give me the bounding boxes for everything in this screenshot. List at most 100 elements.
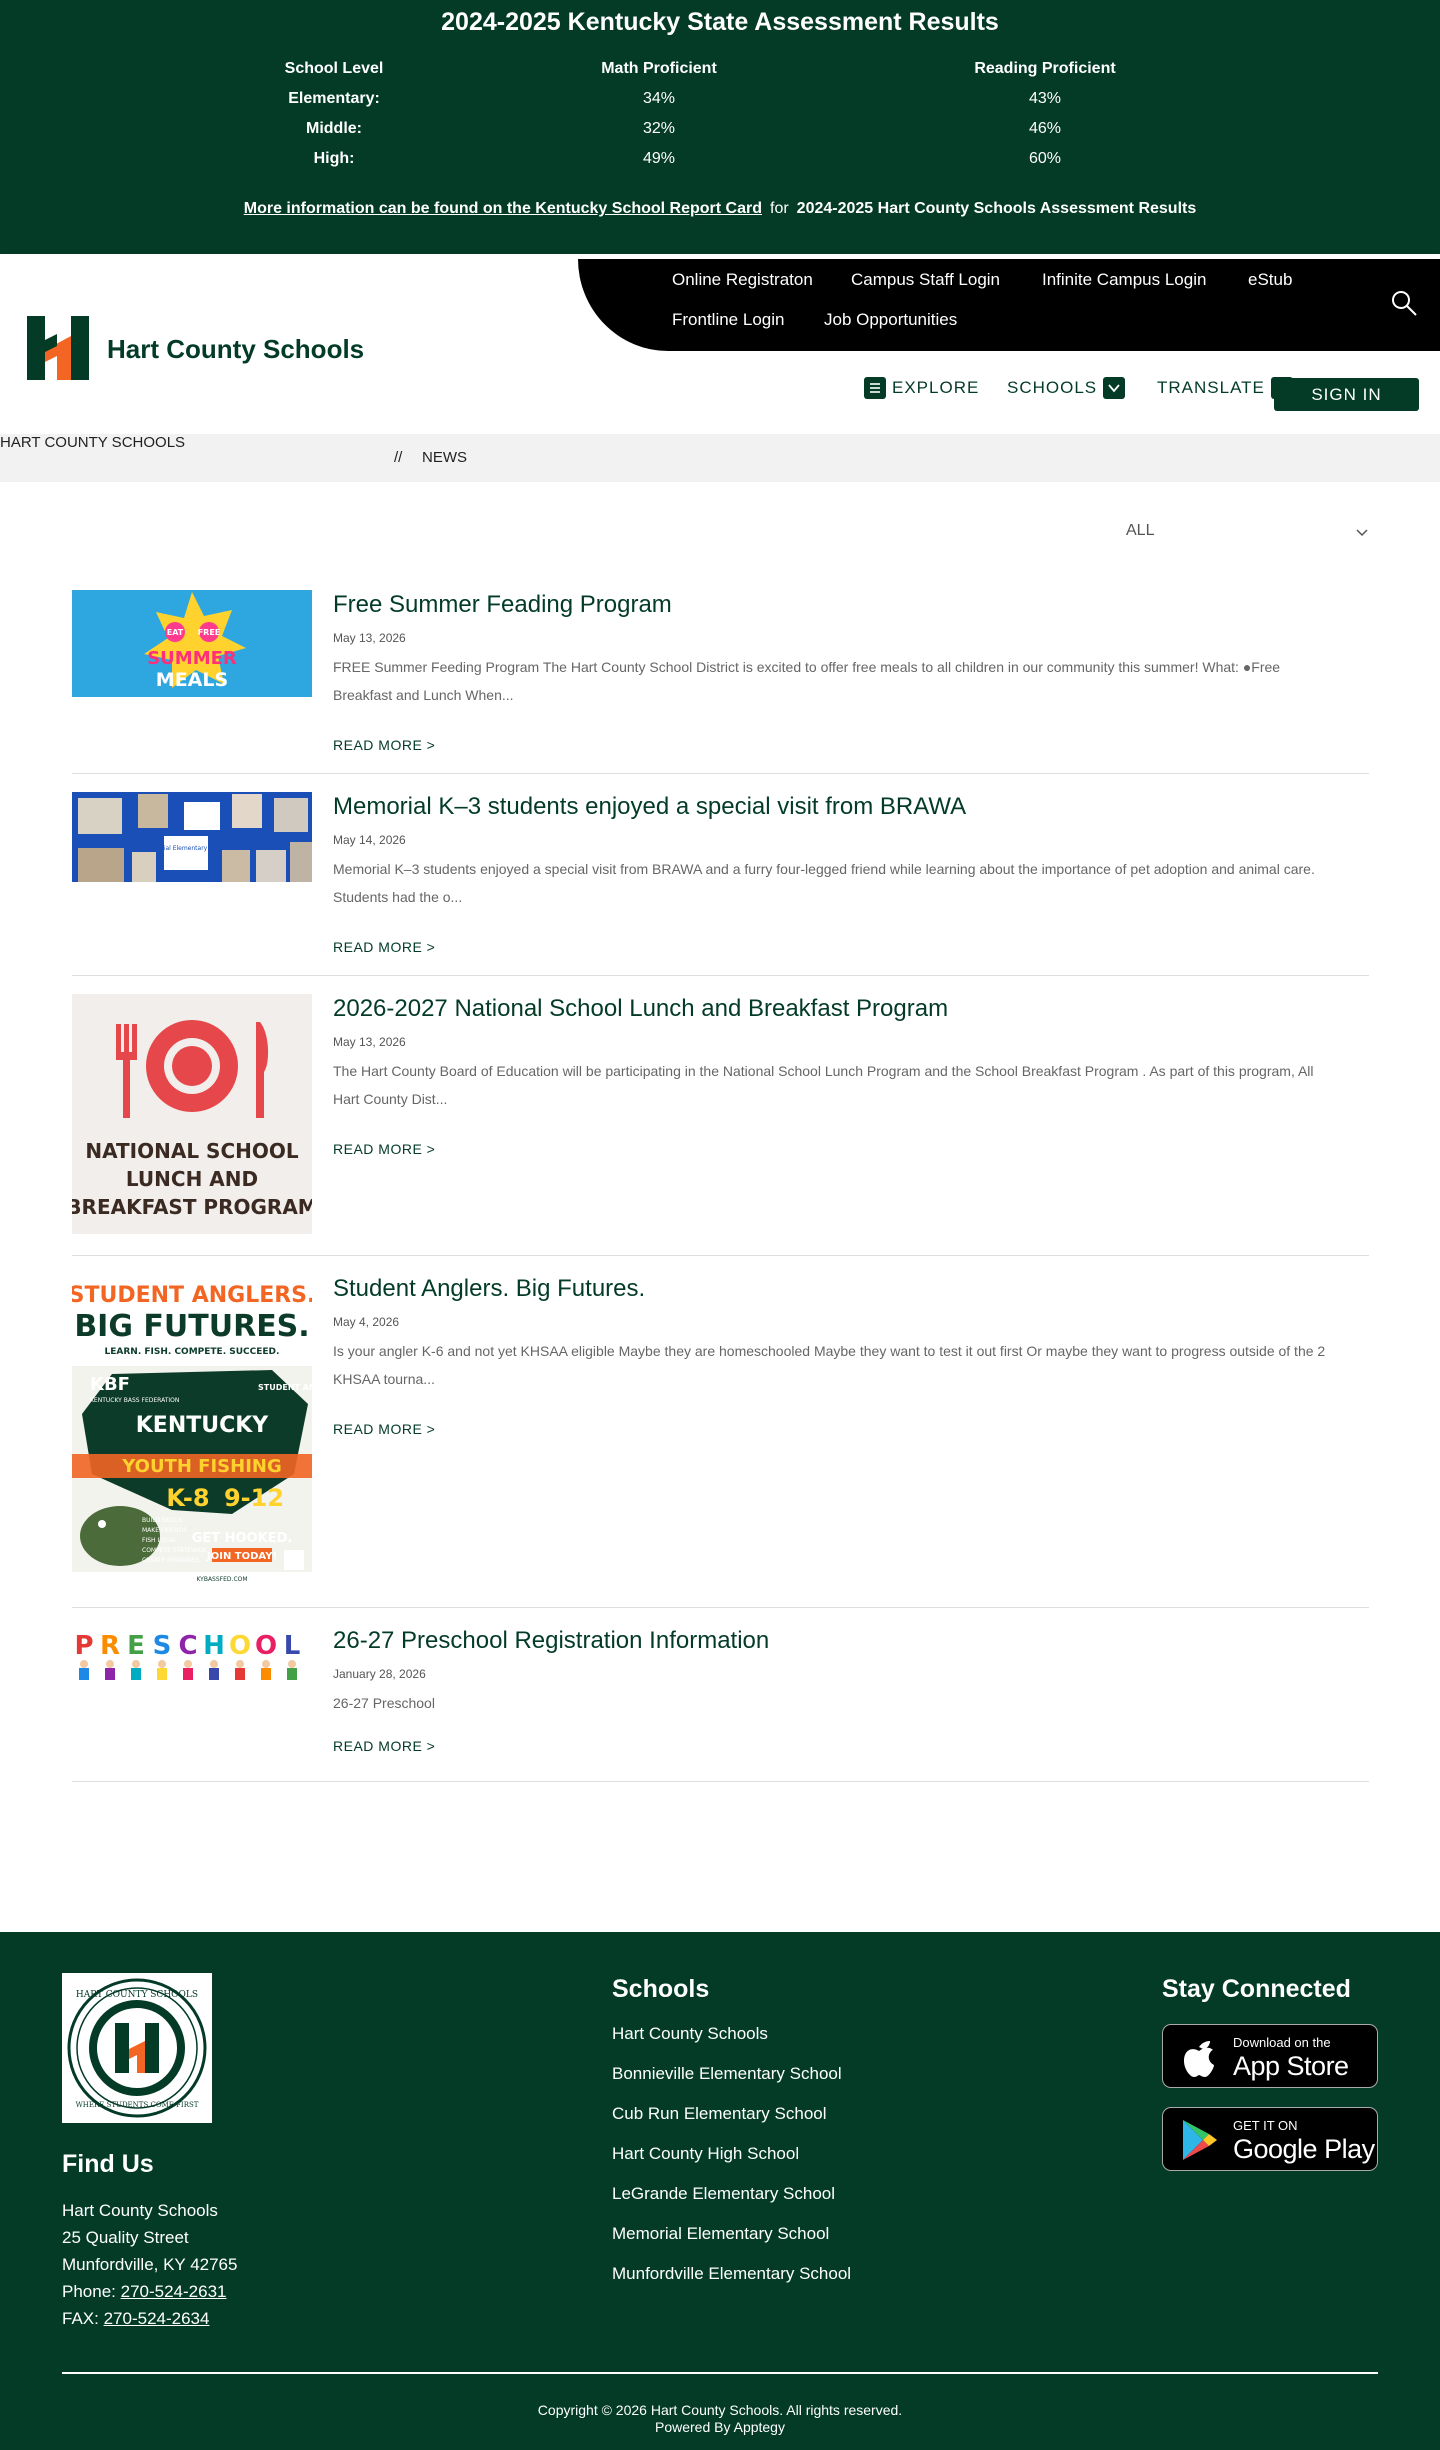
menu-icon [864, 377, 886, 399]
fax-line: FAX: 270-524-2634 [62, 2309, 209, 2329]
article-date: May 13, 2026 [333, 631, 406, 645]
news-item: Memorial Elementary School Memorial K–3 … [72, 774, 1369, 976]
preschool-letter: O [229, 1631, 251, 1661]
address-line: 25 Quality Street [62, 2228, 189, 2247]
district-seal: HART COUNTY SCHOOLS WHERE STUDENTS COME … [62, 1973, 212, 2123]
child-figure-head [158, 1660, 166, 1668]
read-more-link[interactable]: READ MORE > [333, 1738, 435, 1754]
student-anglers-image[interactable]: STUDENT ANGLERS. BIG FUTURES. LEARN. FIS… [72, 1274, 312, 1584]
image-text-free: FREE [198, 628, 221, 637]
preschool-letter: L [284, 1631, 301, 1661]
address-line: Hart County Schools [62, 2201, 218, 2220]
child-figure-body [157, 1668, 167, 1680]
image-text-bullet: CREATE MEMORIES [142, 1557, 200, 1564]
article-title[interactable]: 26-27 Preschool Registration Information [333, 1627, 769, 1655]
sign-in-button[interactable]: SIGN IN [1274, 378, 1419, 411]
chevron-down-icon [1103, 377, 1126, 399]
find-us-heading: Find Us [62, 2150, 154, 2178]
preschool-letter: R [100, 1631, 120, 1661]
school-link[interactable]: LeGrande Elementary School [612, 2184, 835, 2204]
reading-value: 43% [1028, 90, 1062, 107]
child-figure-body [235, 1668, 245, 1680]
article-summary: Memorial K–3 students enjoyed a special … [333, 861, 1315, 905]
preschool-letter: P [74, 1631, 93, 1661]
google-play-icon [1183, 2120, 1217, 2160]
brawa-visit-image[interactable]: Memorial Elementary School [72, 792, 312, 882]
level-label: Middle: [306, 120, 362, 137]
assessment-results-link[interactable]: 2024-2025 Hart County Schools Assessment… [797, 200, 1197, 217]
for-text: for [770, 200, 789, 217]
footer-divider [62, 2372, 1378, 2374]
preschool-letter: S [153, 1631, 172, 1661]
child-figure-head [262, 1660, 270, 1668]
breadcrumb: HART COUNTY SCHOOLS // NEWS [0, 434, 1440, 482]
image-text-bullet: FISH LOCAL [142, 1537, 178, 1544]
child-figure-head [236, 1660, 244, 1668]
article-title[interactable]: 2026-2027 National School Lunch and Brea… [333, 995, 948, 1023]
read-more-link[interactable]: READ MORE > [333, 1141, 435, 1157]
article-title[interactable]: Memorial K–3 students enjoyed a special … [333, 793, 966, 821]
school-link[interactable]: Hart County Schools [612, 2024, 768, 2044]
child-figure-body [105, 1668, 115, 1680]
district-logo[interactable] [27, 316, 89, 380]
breadcrumb-separator: // [394, 449, 403, 466]
site-name[interactable]: Hart County Schools [107, 334, 364, 365]
phone-label: Phone: [62, 2282, 116, 2301]
google-play-badge[interactable]: GET IT ON Google Play [1162, 2107, 1378, 2171]
child-figure-body [131, 1668, 141, 1680]
preschool-letter: E [127, 1631, 145, 1661]
app-store-badge[interactable]: Download on the App Store [1162, 2024, 1378, 2088]
image-text-eat: EAT [167, 628, 184, 637]
preschool-letter: H [203, 1631, 225, 1661]
image-text-state: KENTUCKY [136, 1413, 270, 1438]
explore-label: EXPLORE [892, 378, 980, 397]
image-text-headline1: STUDENT ANGLERS. [72, 1283, 312, 1308]
report-card-link[interactable]: More information can be found on the Ken… [244, 200, 762, 217]
school-link[interactable]: Hart County High School [612, 2144, 799, 2164]
breadcrumb-home-link[interactable]: HART COUNTY SCHOOLS [0, 434, 185, 451]
preschool-image[interactable]: PRESCHOOL [72, 1626, 312, 1690]
image-text-line2: LUNCH AND [126, 1167, 258, 1191]
read-more-link[interactable]: READ MORE > [333, 939, 435, 955]
math-value: 49% [642, 150, 676, 167]
quick-link-frontline-login[interactable]: Frontline Login [672, 310, 784, 330]
level-label: High: [313, 150, 355, 167]
read-more-link[interactable]: READ MORE > [333, 737, 435, 753]
school-link[interactable]: Munfordville Elementary School [612, 2264, 851, 2284]
translate-dropdown[interactable]: TRANSLATE [1157, 377, 1293, 399]
quick-link-estub[interactable]: eStub [1248, 270, 1292, 290]
article-summary: Is your angler K-6 and not yet KHSAA eli… [333, 1343, 1326, 1387]
results-row-high: High: 49% 60% [0, 150, 1440, 180]
child-figure-body [287, 1668, 297, 1680]
app-store-small-text: Download on the [1233, 2035, 1331, 2050]
article-summary: 26-27 Preschool [333, 1695, 435, 1711]
quick-link-job-opportunities[interactable]: Job Opportunities [824, 310, 957, 330]
image-text-bullet: MAKE FRIENDS [142, 1527, 187, 1534]
school-link[interactable]: Cub Run Elementary School [612, 2104, 827, 2124]
school-link[interactable]: Memorial Elementary School [612, 2224, 829, 2244]
category-filter-select[interactable]: ALL [1126, 522, 1370, 550]
schools-dropdown[interactable]: SCHOOLS [1007, 377, 1126, 399]
school-lunch-program-image[interactable]: NATIONAL SCHOOL LUNCH AND BREAKFAST PROG… [72, 994, 312, 1234]
article-title[interactable]: Free Summer Feading Program [333, 591, 672, 619]
results-row-elementary: Elementary: 34% 43% [0, 90, 1440, 120]
quick-link-infinite-campus-login[interactable]: Infinite Campus Login [1042, 270, 1206, 290]
school-link[interactable]: Bonnieville Elementary School [612, 2064, 842, 2084]
quick-links-bar: Online Registraton Campus Staff Login In… [578, 259, 1440, 351]
image-text-912: 9-12 [224, 1484, 284, 1512]
search-icon[interactable] [1390, 289, 1418, 317]
quick-link-campus-staff-login[interactable]: Campus Staff Login [851, 270, 1000, 290]
child-figure-head [210, 1660, 218, 1668]
seal-text-bottom: WHERE STUDENTS COME FIRST [76, 2101, 199, 2109]
app-store-big-text: App Store [1233, 2051, 1349, 2081]
read-more-link[interactable]: READ MORE > [333, 1421, 435, 1437]
summer-meals-image[interactable]: EAT FREE SUMMER MEALS [72, 590, 312, 697]
explore-menu-button[interactable]: EXPLORE [864, 377, 979, 399]
child-figure-body [183, 1668, 193, 1680]
article-title[interactable]: Student Anglers. Big Futures. [333, 1275, 645, 1303]
banner-title: 2024-2025 Kentucky State Assessment Resu… [441, 8, 999, 36]
quick-link-online-registration[interactable]: Online Registraton [672, 270, 813, 290]
copyright-text: Copyright © 2026 Hart County Schools. Al… [537, 2402, 903, 2418]
fax-link[interactable]: 270-524-2634 [104, 2309, 210, 2328]
phone-link[interactable]: 270-524-2631 [121, 2282, 227, 2301]
